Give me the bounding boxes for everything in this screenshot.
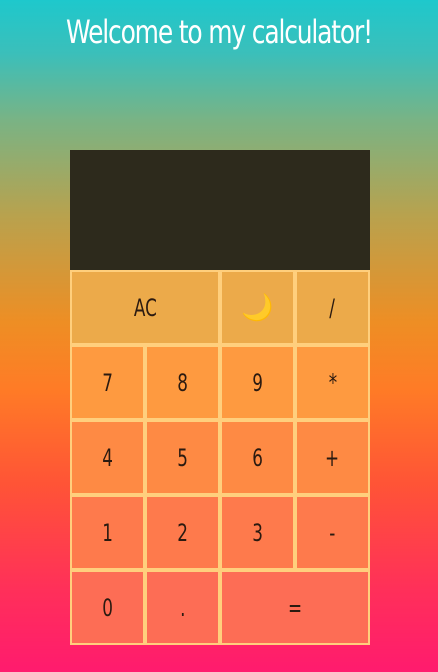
calculator-keypad: AC 🌙 / 7 8 9 * 4 5 6 + 1 2 3 - 0 . = (70, 270, 370, 645)
digit-4-button[interactable]: 4 (70, 420, 145, 495)
subtract-button[interactable]: - (295, 495, 370, 570)
decimal-button-label: . (179, 593, 186, 622)
subtract-button-label: - (329, 518, 336, 547)
digit-3-button[interactable]: 3 (220, 495, 295, 570)
digit-3-label: 3 (252, 518, 263, 547)
add-button[interactable]: + (295, 420, 370, 495)
equals-button-label: = (287, 593, 303, 622)
multiply-button-label: * (328, 368, 337, 397)
clear-button[interactable]: AC (70, 270, 220, 345)
digit-4-label: 4 (102, 443, 113, 472)
digit-6-label: 6 (252, 443, 263, 472)
digit-2-label: 2 (177, 518, 188, 547)
digit-9-button[interactable]: 9 (220, 345, 295, 420)
digit-1-label: 1 (102, 518, 113, 547)
digit-2-button[interactable]: 2 (145, 495, 220, 570)
digit-7-label: 7 (102, 368, 113, 397)
divide-button-label: / (329, 293, 336, 322)
add-button-label: + (325, 443, 340, 472)
page-title: Welcome to my calculator! (66, 13, 373, 51)
digit-5-label: 5 (177, 443, 188, 472)
theme-toggle-button[interactable]: 🌙 (220, 270, 295, 345)
moon-icon: 🌙 (241, 292, 274, 323)
calculator: AC 🌙 / 7 8 9 * 4 5 6 + 1 2 3 - 0 . = (70, 150, 370, 645)
multiply-button[interactable]: * (295, 345, 370, 420)
digit-7-button[interactable]: 7 (70, 345, 145, 420)
digit-6-button[interactable]: 6 (220, 420, 295, 495)
clear-button-label: AC (133, 293, 157, 322)
calculator-display (70, 150, 370, 270)
digit-9-label: 9 (252, 368, 263, 397)
digit-0-label: 0 (102, 593, 113, 622)
divide-button[interactable]: / (295, 270, 370, 345)
digit-0-button[interactable]: 0 (70, 570, 145, 645)
digit-8-label: 8 (177, 368, 188, 397)
decimal-button[interactable]: . (145, 570, 220, 645)
equals-button[interactable]: = (220, 570, 370, 645)
digit-1-button[interactable]: 1 (70, 495, 145, 570)
digit-8-button[interactable]: 8 (145, 345, 220, 420)
digit-5-button[interactable]: 5 (145, 420, 220, 495)
